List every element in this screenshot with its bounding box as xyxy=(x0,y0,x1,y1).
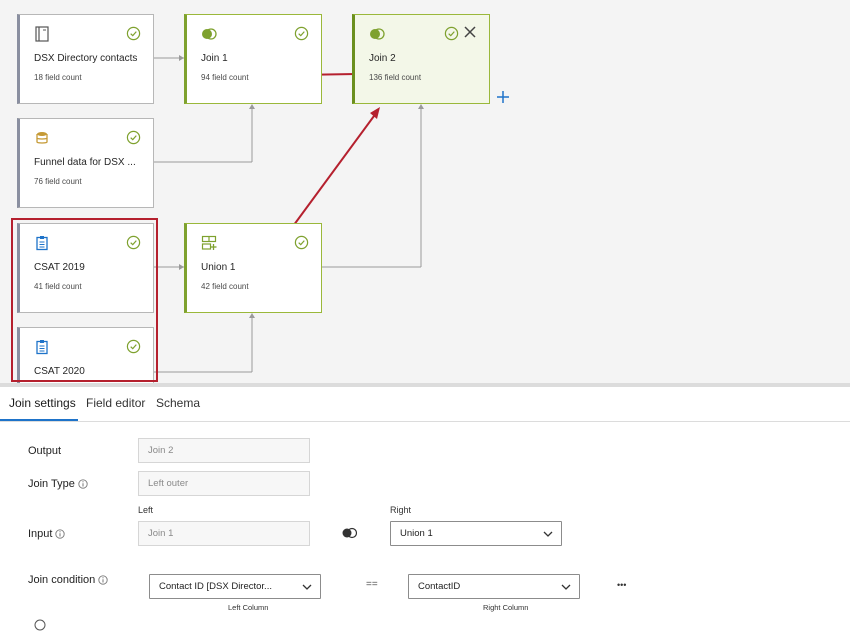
check-circle-icon xyxy=(126,130,141,145)
join-condition-label: Join condition xyxy=(28,574,96,586)
join-icon xyxy=(202,28,217,40)
node-field-count: 76 field count xyxy=(34,177,82,186)
flow-canvas[interactable]: DSX Directory contacts 18 field count Jo… xyxy=(0,0,850,383)
node-field-count: 136 field count xyxy=(369,73,422,82)
left-column-select[interactable]: Contact ID [DSX Director... xyxy=(149,574,321,599)
node-join-2[interactable]: Join 2 136 field count xyxy=(352,14,490,104)
node-title: DSX Directory contacts xyxy=(34,53,138,64)
settings-tabs: Join settings Field editor Schema xyxy=(0,388,850,422)
close-icon[interactable] xyxy=(463,25,477,39)
add-node-plus-icon[interactable] xyxy=(496,90,510,104)
check-circle-icon xyxy=(126,26,141,41)
node-union-1[interactable]: Union 1 42 field count xyxy=(184,223,322,313)
chevron-down-icon xyxy=(302,584,312,590)
node-dsx-directory-contacts[interactable]: DSX Directory contacts 18 field count xyxy=(17,14,154,104)
join-type-icon[interactable] xyxy=(342,527,357,539)
tab-schema[interactable]: Schema xyxy=(156,396,200,410)
panel-divider[interactable] xyxy=(0,383,850,387)
node-title: Union 1 xyxy=(201,262,236,273)
info-icon[interactable] xyxy=(78,479,88,489)
right-column-value: ContactID xyxy=(418,581,461,592)
info-icon[interactable] xyxy=(55,529,66,539)
node-funnel-data[interactable]: Funnel data for DSX ... 76 field count xyxy=(17,118,154,208)
node-join-1[interactable]: Join 1 94 field count xyxy=(184,14,322,104)
right-column-caption: Right Column xyxy=(483,603,529,612)
directory-icon xyxy=(35,26,49,42)
right-input-value: Union 1 xyxy=(400,528,433,539)
check-circle-icon xyxy=(444,26,459,41)
node-field-count: 18 field count xyxy=(34,73,82,82)
join-type-field[interactable]: Left outer xyxy=(138,471,310,496)
check-circle-icon xyxy=(294,235,309,250)
join-icon xyxy=(370,28,385,40)
node-field-count: 42 field count xyxy=(201,282,249,291)
right-label: Right xyxy=(390,505,412,515)
add-condition-icon[interactable] xyxy=(34,619,46,631)
input-label-row: Input xyxy=(28,528,66,540)
chevron-down-icon xyxy=(543,531,553,537)
left-input-field[interactable]: Join 1 xyxy=(138,521,310,546)
left-label: Left xyxy=(138,505,154,515)
tab-join-settings[interactable]: Join settings xyxy=(9,396,76,410)
join-condition-label-row: Join condition xyxy=(28,574,108,586)
right-input-select[interactable]: Union 1 xyxy=(390,521,562,546)
output-label: Output xyxy=(28,445,62,457)
database-icon xyxy=(36,132,48,144)
more-options-button[interactable]: ••• xyxy=(617,580,626,590)
node-title: Join 1 xyxy=(201,53,228,64)
node-field-count: 94 field count xyxy=(201,73,249,82)
tab-field-editor[interactable]: Field editor xyxy=(86,396,145,410)
highlight-annotation-box xyxy=(11,218,158,382)
right-column-select[interactable]: ContactID xyxy=(408,574,580,599)
info-icon[interactable] xyxy=(98,575,108,585)
condition-operator: == xyxy=(366,579,378,590)
join-type-label-row: Join Type xyxy=(28,478,88,490)
left-column-value: Contact ID [DSX Director... xyxy=(159,581,272,592)
output-field[interactable]: Join 2 xyxy=(138,438,310,463)
chevron-down-icon xyxy=(561,584,571,590)
node-title: Funnel data for DSX ... xyxy=(34,157,136,168)
join-type-label: Join Type xyxy=(28,478,75,490)
active-tab-indicator xyxy=(0,419,78,421)
left-column-caption: Left Column xyxy=(228,603,269,612)
check-circle-icon xyxy=(294,26,309,41)
node-title: Join 2 xyxy=(369,53,396,64)
input-label: Input xyxy=(28,528,53,540)
union-icon xyxy=(201,235,217,250)
